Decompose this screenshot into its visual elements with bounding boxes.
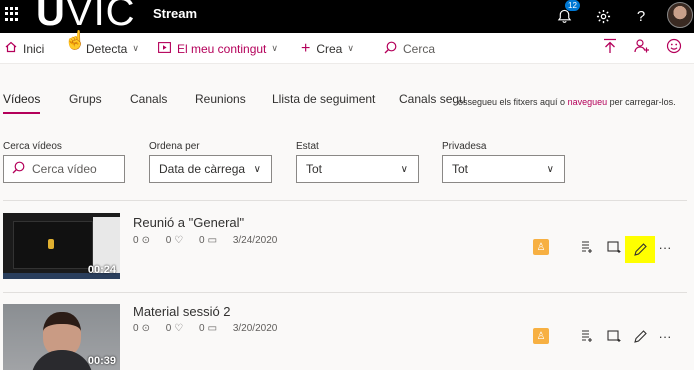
permission-icon: ♙ <box>533 328 549 344</box>
video-title[interactable]: Reunió a "General" <box>133 215 244 230</box>
add-user-icon[interactable] <box>634 38 650 58</box>
nav-create[interactable]: + Crea ∨ <box>301 33 354 64</box>
video-title[interactable]: Material sessió 2 <box>133 304 231 319</box>
video-icon <box>158 41 171 56</box>
add-to-channel-icon[interactable] <box>603 236 625 258</box>
chevron-down-icon: ∨ <box>253 164 261 175</box>
search-icon <box>384 41 397 57</box>
top-bar: UVIC Stream 12 ? <box>0 0 694 34</box>
sort-by-select[interactable]: Data de càrrega ∨ <box>149 155 272 183</box>
user-avatar[interactable] <box>667 2 693 28</box>
tab-meetings[interactable]: Reunions <box>195 92 246 106</box>
row-divider <box>3 200 687 201</box>
nav-home[interactable]: Inici <box>5 33 44 64</box>
search-videos-input[interactable]: Cerca vídeo <box>3 155 125 183</box>
heart-icon: ♡ <box>174 323 184 334</box>
privacy-label: Privadesa <box>442 141 487 152</box>
chevron-down-icon: ∨ <box>347 43 354 53</box>
sort-by-label: Ordena per <box>149 141 200 152</box>
smiley-icon[interactable] <box>666 38 682 58</box>
chevron-down-icon: ∨ <box>400 164 408 175</box>
tab-channels[interactable]: Canals <box>130 92 167 106</box>
video-thumbnail[interactable]: 00:24 <box>3 213 120 279</box>
edit-pencil-icon[interactable] <box>629 325 651 347</box>
hand-cursor-icon: ☝ <box>64 30 87 50</box>
nav-search[interactable]: Cerca <box>384 33 435 64</box>
row-divider <box>3 292 687 293</box>
more-options-icon[interactable]: ··· <box>654 325 676 347</box>
video-thumbnail[interactable]: 00:39 <box>3 304 120 370</box>
upload-icon[interactable] <box>603 38 617 58</box>
nav-discover[interactable]: Detecta ∨ <box>86 33 139 64</box>
nav-my-content[interactable]: El meu contingut ∨ <box>158 33 278 64</box>
plus-icon: + <box>301 39 311 57</box>
gear-icon[interactable] <box>591 4 615 28</box>
tab-videos[interactable]: Vídeos <box>3 92 41 114</box>
views-icon: ⊙ <box>141 235 150 246</box>
help-icon[interactable]: ? <box>629 4 653 28</box>
notification-badge: 12 <box>565 0 580 11</box>
video-duration: 00:39 <box>87 355 116 367</box>
tab-groups[interactable]: Grups <box>69 92 102 106</box>
tab-followed-channels[interactable]: Canals segu <box>399 92 466 106</box>
browse-link[interactable]: navegueu <box>568 97 608 107</box>
add-to-list-icon[interactable] <box>576 236 598 258</box>
chevron-down-icon: ∨ <box>132 43 139 53</box>
permission-icon: ♙ <box>533 239 549 255</box>
home-icon <box>5 41 17 56</box>
comment-icon: ▭ <box>207 323 218 334</box>
state-select[interactable]: Tot ∨ <box>296 155 419 183</box>
views-icon: ⊙ <box>141 323 150 334</box>
tab-watchlist[interactable]: Llista de seguiment <box>272 92 375 106</box>
video-duration: 00:24 <box>87 264 116 276</box>
search-icon <box>12 161 25 177</box>
comment-icon: ▭ <box>207 235 218 246</box>
privacy-select[interactable]: Tot ∨ <box>442 155 565 183</box>
search-videos-label: Cerca vídeos <box>3 141 62 152</box>
more-options-icon[interactable]: ··· <box>654 236 676 258</box>
add-to-list-icon[interactable] <box>576 325 598 347</box>
app-launcher-icon[interactable] <box>5 7 19 21</box>
edit-pencil-icon[interactable] <box>625 236 655 263</box>
heart-icon: ♡ <box>174 235 184 246</box>
state-label: Estat <box>296 141 319 152</box>
chevron-down-icon: ∨ <box>271 43 278 53</box>
app-name[interactable]: Stream <box>153 6 197 21</box>
add-to-channel-icon[interactable] <box>603 325 625 347</box>
drop-files-message: ossegueu els fitxers aquí o navegueu per… <box>458 97 676 107</box>
nav-bar: Inici Detecta ∨ El meu contingut ∨ + Cre… <box>0 33 694 64</box>
video-meta: 0 ⊙ 0 ♡ 0 ▭ 3/20/2020 <box>133 323 278 334</box>
video-meta: 0 ⊙ 0 ♡ 0 ▭ 3/24/2020 <box>133 235 278 246</box>
chevron-down-icon: ∨ <box>546 164 554 175</box>
